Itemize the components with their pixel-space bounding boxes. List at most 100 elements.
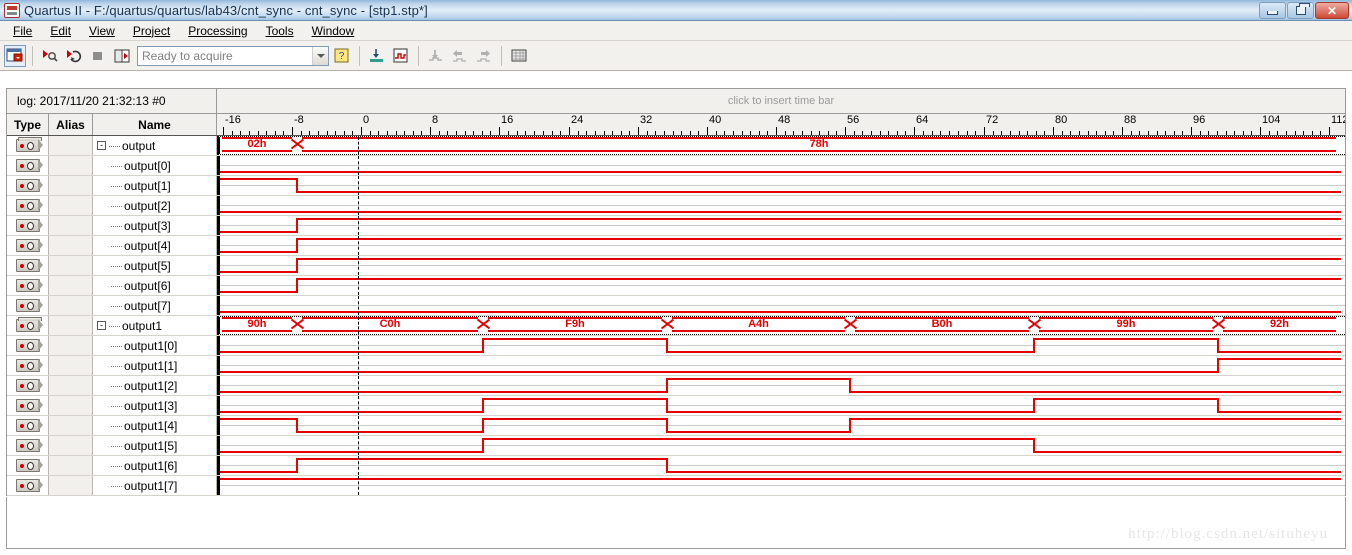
signal-alias-cell[interactable] bbox=[49, 176, 93, 195]
signal-alias-cell[interactable] bbox=[49, 356, 93, 375]
menu-item-file[interactable]: File bbox=[4, 22, 41, 40]
acquire-status-combo[interactable]: Ready to acquire bbox=[137, 45, 329, 66]
menu-item-edit[interactable]: Edit bbox=[41, 22, 80, 40]
signal-name-cell[interactable]: output[6] bbox=[93, 276, 217, 295]
signal-type-cell[interactable] bbox=[7, 416, 49, 435]
signal-row[interactable]: output1[7] bbox=[7, 476, 1345, 496]
grid-icon[interactable] bbox=[508, 45, 530, 67]
time-cursor[interactable] bbox=[358, 276, 359, 295]
help-icon[interactable]: ? bbox=[331, 45, 353, 67]
signal-row[interactable]: output1[5] bbox=[7, 436, 1345, 456]
menu-item-tools[interactable]: Tools bbox=[257, 22, 303, 40]
signal-type-cell[interactable] bbox=[7, 136, 49, 155]
signal-name-cell[interactable]: output1[2] bbox=[93, 376, 217, 395]
signal-row[interactable]: output[3] bbox=[7, 216, 1345, 236]
signal-type-cell[interactable] bbox=[7, 376, 49, 395]
insert-time-bar-hint[interactable]: click to insert time bar bbox=[217, 89, 1345, 113]
signal-name-cell[interactable]: output1[3] bbox=[93, 396, 217, 415]
signal-row[interactable]: output1[4] bbox=[7, 416, 1345, 436]
time-cursor[interactable] bbox=[358, 416, 359, 435]
time-cursor[interactable] bbox=[358, 317, 359, 334]
time-ruler[interactable]: -16 -8 0 8 16 24 32 40 48 56 64 72 80 88 96 104 112 bbox=[217, 114, 1345, 135]
signal-row[interactable]: output[6] bbox=[7, 276, 1345, 296]
signal-alias-cell[interactable] bbox=[49, 396, 93, 415]
close-button[interactable]: ✕ bbox=[1315, 2, 1349, 19]
waveform-cell[interactable] bbox=[217, 436, 1345, 455]
signal-alias-cell[interactable] bbox=[49, 136, 93, 155]
time-cursor[interactable] bbox=[358, 176, 359, 195]
waveform-cell[interactable] bbox=[217, 356, 1345, 375]
waveform-cell[interactable] bbox=[217, 296, 1345, 315]
signal-type-cell[interactable] bbox=[7, 336, 49, 355]
menu-item-view[interactable]: View bbox=[80, 22, 124, 40]
signal-type-cell[interactable] bbox=[7, 156, 49, 175]
signal-alias-cell[interactable] bbox=[49, 296, 93, 315]
time-cursor[interactable] bbox=[358, 296, 359, 315]
time-cursor[interactable] bbox=[358, 436, 359, 455]
chevron-down-icon[interactable] bbox=[312, 46, 328, 65]
signal-type-cell[interactable] bbox=[7, 436, 49, 455]
signal-row[interactable]: output1[0] bbox=[7, 336, 1345, 356]
signal-row[interactable]: output1[6] bbox=[7, 456, 1345, 476]
signal-row[interactable]: output[0] bbox=[7, 156, 1345, 176]
signal-row[interactable]: - output 02h 78h bbox=[7, 136, 1345, 156]
time-cursor[interactable] bbox=[358, 476, 359, 495]
signal-name-cell[interactable]: output1[1] bbox=[93, 356, 217, 375]
signal-name-cell[interactable]: output[1] bbox=[93, 176, 217, 195]
time-cursor[interactable] bbox=[358, 456, 359, 475]
setup-view-icon[interactable] bbox=[4, 44, 26, 67]
signal-type-cell[interactable] bbox=[7, 356, 49, 375]
menu-item-project[interactable]: Project bbox=[124, 22, 179, 40]
restore-button[interactable] bbox=[1287, 2, 1314, 19]
signal-type-cell[interactable] bbox=[7, 196, 49, 215]
signal-name-cell[interactable]: output1[6] bbox=[93, 456, 217, 475]
time-cursor[interactable] bbox=[358, 376, 359, 395]
waveform-cell[interactable]: 02h 78h bbox=[217, 136, 1345, 155]
autorun-analysis-icon[interactable] bbox=[63, 45, 85, 67]
signal-type-cell[interactable] bbox=[7, 176, 49, 195]
signal-name-cell[interactable]: - output bbox=[93, 136, 217, 155]
signal-type-cell[interactable] bbox=[7, 216, 49, 235]
signal-alias-cell[interactable] bbox=[49, 156, 93, 175]
minimize-button[interactable] bbox=[1259, 2, 1286, 19]
next-transition-icon[interactable] bbox=[473, 45, 495, 67]
waveform-cell[interactable] bbox=[217, 336, 1345, 355]
menu-item-window[interactable]: Window bbox=[303, 22, 364, 40]
waveform-cell[interactable] bbox=[217, 216, 1345, 235]
read-data-icon[interactable] bbox=[111, 45, 133, 67]
time-cursor[interactable] bbox=[358, 336, 359, 355]
time-cursor[interactable] bbox=[358, 156, 359, 175]
signal-name-cell[interactable]: output[2] bbox=[93, 196, 217, 215]
signal-name-cell[interactable]: output[0] bbox=[93, 156, 217, 175]
signal-name-cell[interactable]: - output1 bbox=[93, 316, 217, 335]
signal-row[interactable]: output[1] bbox=[7, 176, 1345, 196]
waveform-cell[interactable] bbox=[217, 156, 1345, 175]
signal-alias-cell[interactable] bbox=[49, 436, 93, 455]
signal-alias-cell[interactable] bbox=[49, 416, 93, 435]
insert-time-bar-icon[interactable] bbox=[366, 45, 388, 67]
signal-alias-cell[interactable] bbox=[49, 476, 93, 495]
signal-row[interactable]: output[4] bbox=[7, 236, 1345, 256]
signal-type-cell[interactable] bbox=[7, 276, 49, 295]
signal-alias-cell[interactable] bbox=[49, 236, 93, 255]
waveform-cell[interactable] bbox=[217, 256, 1345, 275]
signal-type-cell[interactable] bbox=[7, 236, 49, 255]
waveform-cell[interactable] bbox=[217, 376, 1345, 395]
signal-type-cell[interactable] bbox=[7, 456, 49, 475]
stop-analysis-icon[interactable] bbox=[87, 45, 109, 67]
signal-row[interactable]: output1[2] bbox=[7, 376, 1345, 396]
waveform-cell[interactable] bbox=[217, 196, 1345, 215]
download-icon[interactable] bbox=[425, 45, 447, 67]
tree-collapse-icon[interactable]: - bbox=[97, 321, 106, 330]
menu-item-processing[interactable]: Processing bbox=[179, 22, 256, 40]
signal-name-cell[interactable]: output1[5] bbox=[93, 436, 217, 455]
signal-name-cell[interactable]: output1[7] bbox=[93, 476, 217, 495]
time-cursor[interactable] bbox=[358, 236, 359, 255]
waveform-cell[interactable] bbox=[217, 176, 1345, 195]
signal-type-cell[interactable] bbox=[7, 256, 49, 275]
signal-alias-cell[interactable] bbox=[49, 316, 93, 335]
time-cursor[interactable] bbox=[358, 356, 359, 375]
signal-name-cell[interactable]: output1[4] bbox=[93, 416, 217, 435]
time-cursor[interactable] bbox=[358, 396, 359, 415]
signal-row[interactable]: - output1 90h C0h F9h A4h B0h 99h 92h bbox=[7, 316, 1345, 336]
